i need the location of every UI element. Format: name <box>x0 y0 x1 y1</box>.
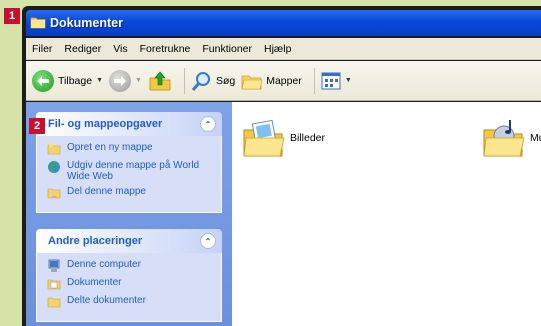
music-folder-icon <box>483 120 525 157</box>
folder-item-music[interactable]: Musik <box>482 116 541 160</box>
chevron-down-icon[interactable]: ▼ <box>96 77 103 84</box>
search-icon <box>191 71 210 91</box>
menu-bar: Filer Rediger Vis Foretrukne Funktioner … <box>26 38 541 60</box>
callout-badge-2: 2 <box>29 118 45 134</box>
explorer-window: Dokumenter Filer Rediger Vis Foretrukne … <box>22 6 541 326</box>
file-folder-tasks-header[interactable]: Fil- og mappeopgaver ⌃ <box>36 112 222 136</box>
callout-badge-1: 1 <box>4 8 20 24</box>
folder-label-pictures: Billeder <box>290 132 326 144</box>
back-label: Tilbage <box>58 74 93 87</box>
collapse-chevron-icon[interactable]: ⌃ <box>200 116 216 132</box>
menu-file[interactable]: Filer <box>26 43 58 55</box>
globe-icon <box>48 161 60 173</box>
folders-label: Mapper <box>266 74 302 87</box>
folders-button[interactable]: Mapper <box>241 71 302 91</box>
menu-view[interactable]: Vis <box>107 43 133 55</box>
toolbar-separator <box>183 67 185 94</box>
computer-icon <box>48 259 60 272</box>
place-documents[interactable]: Dokumenter <box>47 277 213 291</box>
task-publish-web-label: Udgiv denne mappe på World Wide Web <box>67 160 200 182</box>
folder-icon <box>30 14 46 33</box>
menu-edit[interactable]: Rediger <box>58 43 107 55</box>
title-bar[interactable]: Dokumenter <box>26 10 541 36</box>
task-new-folder[interactable]: Opret en ny mappe <box>47 142 213 156</box>
documents-icon <box>47 279 61 290</box>
search-label: Søg <box>215 74 236 87</box>
forward-arrow-icon <box>109 69 131 92</box>
views-button[interactable]: ▼ <box>321 72 352 90</box>
place-my-computer[interactable]: Denne computer <box>47 259 213 273</box>
collapse-chevron-icon[interactable]: ⌃ <box>200 233 216 249</box>
chevron-down-icon[interactable]: ▼ <box>135 77 142 84</box>
folder-label-music: Musik <box>530 132 541 144</box>
task-share-folder-label: Del denne mappe <box>67 186 146 197</box>
up-folder-button[interactable] <box>148 70 172 92</box>
folders-icon <box>241 75 263 89</box>
folder-item-pictures[interactable]: Billeder <box>242 116 325 160</box>
folder-contents: Billeder Musik <box>232 102 541 326</box>
new-folder-icon <box>47 143 61 155</box>
place-documents-label: Dokumenter <box>67 277 122 288</box>
menu-favorites[interactable]: Foretrukne <box>134 43 197 55</box>
place-shared-documents[interactable]: Delte dokumenter <box>47 295 213 309</box>
task-share-folder[interactable]: Del denne mappe <box>47 186 213 200</box>
place-shared-documents-label: Delte dokumenter <box>67 295 146 306</box>
task-new-folder-label: Opret en ny mappe <box>67 142 153 153</box>
other-places-list: Denne computer Dokumenter Delte dokument… <box>36 253 222 322</box>
window-title: Dokumenter <box>50 16 123 30</box>
place-my-computer-label: Denne computer <box>67 259 141 270</box>
back-button[interactable]: Tilbage ▼ <box>32 69 103 92</box>
task-publish-web[interactable]: Udgiv denne mappe på World Wide Web <box>47 160 213 182</box>
toolbar: Tilbage ▼ ▼ Søg Mapper ▼ <box>26 61 541 101</box>
task-pane: Fil- og mappeopgaver ⌃ Opret en ny mappe <box>26 102 232 326</box>
forward-button[interactable]: ▼ <box>109 69 142 92</box>
share-folder-icon <box>47 188 61 199</box>
chevron-down-icon[interactable]: ▼ <box>345 77 352 84</box>
views-grid-icon <box>321 72 341 89</box>
shared-docs-icon <box>47 297 61 308</box>
menu-tools[interactable]: Funktioner <box>196 43 258 55</box>
file-folder-tasks-title: Fil- og mappeopgaver <box>48 118 163 130</box>
other-places-title: Andre placeringer <box>48 235 143 247</box>
up-folder-icon <box>149 71 171 90</box>
file-folder-tasks-panel: Fil- og mappeopgaver ⌃ Opret en ny mappe <box>36 112 222 213</box>
pictures-folder-icon <box>243 119 285 157</box>
menu-help[interactable]: Hjælp <box>258 43 297 55</box>
back-arrow-icon <box>32 69 54 92</box>
other-places-panel: Andre placeringer ⌃ Denne computer Dokum… <box>36 229 222 322</box>
toolbar-separator <box>313 67 315 94</box>
other-places-header[interactable]: Andre placeringer ⌃ <box>36 229 222 253</box>
file-folder-tasks-list: Opret en ny mappe Udgiv denne mappe på W… <box>36 136 222 213</box>
search-button[interactable]: Søg <box>191 70 235 92</box>
